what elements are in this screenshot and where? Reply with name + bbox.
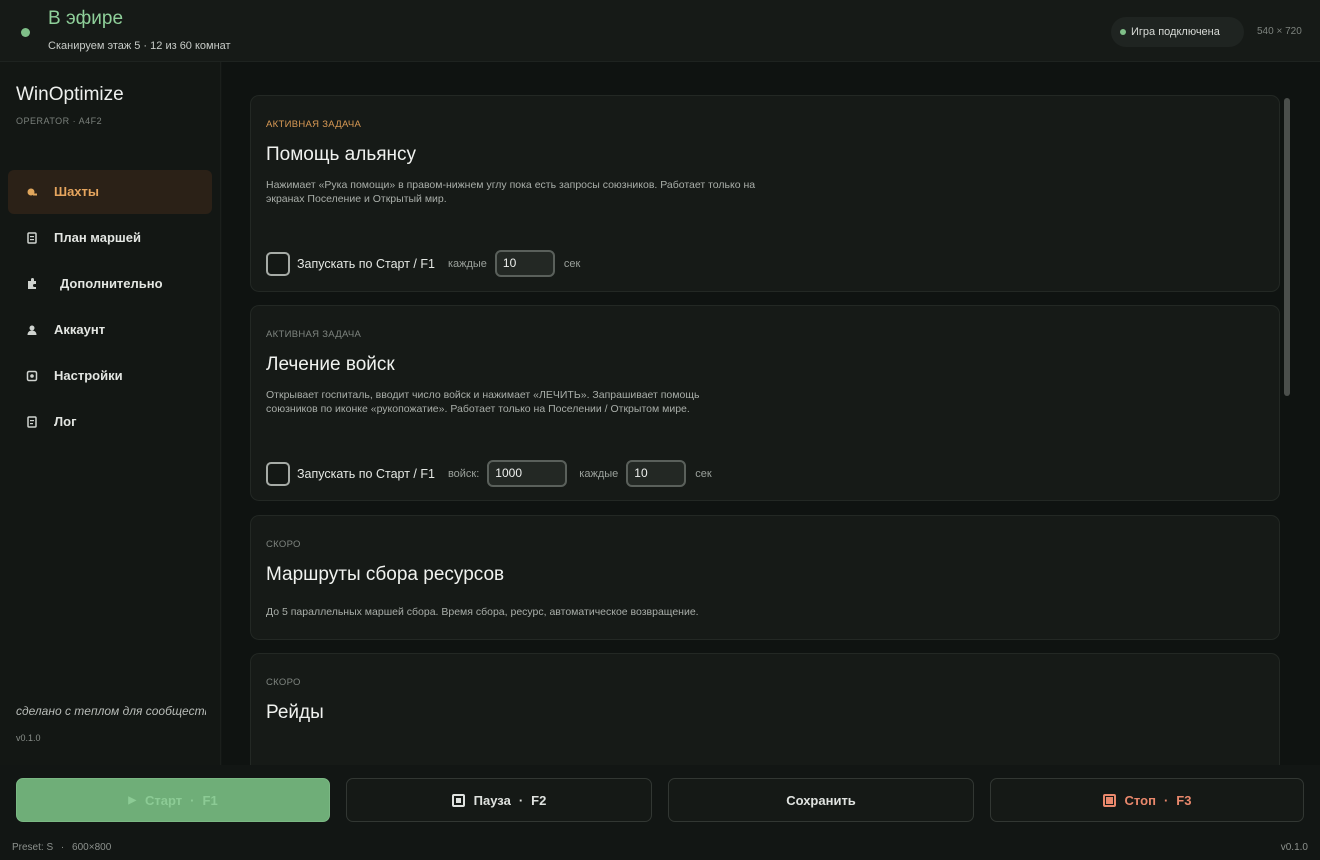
settings-icon: [26, 370, 38, 382]
card-description: До 5 параллельных маршей сбора. Время сб…: [266, 606, 699, 618]
window-size: 600×800: [72, 842, 112, 853]
card-title: Помощь альянсу: [266, 144, 416, 165]
seconds-label: сек: [563, 257, 581, 270]
troops-label: войск:: [447, 467, 480, 480]
stop-label: Стоп: [1124, 792, 1156, 808]
pause-hotkey: F2: [531, 792, 547, 808]
preset-label: Preset: S: [12, 842, 54, 853]
resolution-label: 540 × 720: [1257, 26, 1302, 37]
sidebar-item-log[interactable]: Лог: [8, 400, 212, 444]
sidebar-version: v0.1.0: [16, 733, 41, 743]
card-tag: СКОРО: [266, 539, 301, 550]
scrollbar-thumb[interactable]: [1284, 98, 1290, 396]
checkbox-label: Запускать по Старт / F1: [297, 256, 435, 271]
connection-label: Игра подключена: [1131, 26, 1220, 38]
status-subtitle: Сканируем этаж 5 · 12 из 60 комнат: [48, 40, 231, 52]
status-bar: В эфире Сканируем этаж 5 · 12 из 60 комн…: [0, 0, 1320, 62]
pause-label: Пауза: [473, 792, 511, 808]
sidebar-item-label: Дополнительно: [60, 276, 163, 291]
task-card-heal-troops: АКТИВНАЯ ЗАДАЧА Лечение войск Открывает …: [250, 305, 1280, 501]
start-label: Старт: [145, 792, 183, 808]
sidebar-item-label: Настройки: [54, 368, 123, 383]
mine-icon: [26, 186, 38, 198]
seconds-label: сек: [695, 467, 712, 480]
plan-icon: [26, 232, 38, 244]
sidebar-item-mines[interactable]: Шахты: [8, 170, 212, 214]
task-card-raids: СКОРО Рейды: [250, 653, 1280, 765]
stop-button[interactable]: Стоп · F3: [990, 778, 1304, 822]
user-icon: [26, 324, 38, 336]
preset-info: Preset: S · 600×800: [12, 842, 112, 853]
run-on-start-checkbox[interactable]: [266, 251, 290, 276]
pause-icon: [451, 793, 465, 807]
card-description: Нажимает «Рука помощи» в правом-нижнем у…: [266, 179, 756, 205]
interval-input[interactable]: 10: [494, 250, 555, 277]
sidebar-item-label: Аккаунт: [54, 322, 106, 337]
sidebar-item-label: План маршей: [54, 230, 141, 245]
run-on-start-checkbox[interactable]: [266, 461, 290, 486]
card-controls: Запускать по Старт / F1 войск: 1000 кажд…: [266, 460, 712, 487]
troops-input[interactable]: 1000: [487, 460, 568, 487]
save-label: Сохранить: [786, 792, 856, 808]
operator-id: OPERATOR · A4F2: [16, 116, 103, 126]
sidebar-item-settings[interactable]: Настройки: [8, 354, 212, 398]
sidebar-item-account[interactable]: Аккаунт: [8, 308, 212, 352]
card-tag: АКТИВНАЯ ЗАДАЧА: [266, 329, 362, 340]
card-title: Рейды: [266, 702, 324, 723]
checkbox-label: Запускать по Старт / F1: [297, 466, 435, 481]
every-label: каждые: [579, 467, 619, 480]
card-tag: СКОРО: [266, 677, 301, 688]
action-bar: ▶ Старт · F1 Пауза · F2 Сохранить Стоп ·…: [0, 765, 1320, 860]
card-controls: Запускать по Старт / F1 каждые 10 сек: [266, 250, 580, 277]
connection-badge: Игра подключена: [1111, 17, 1244, 47]
main-content: АКТИВНАЯ ЗАДАЧА Помощь альянсу Нажимает …: [222, 62, 1320, 765]
sidebar-item-label: Лог: [54, 414, 77, 429]
sidebar-item-extra[interactable]: Дополнительно: [8, 262, 212, 306]
made-with-text: сделано с теплом для сообщества: [16, 704, 206, 718]
card-title: Лечение войск: [266, 354, 395, 375]
footer-version: v0.1.0: [1280, 842, 1308, 853]
card-description: Открывает госпиталь, вводит число войск …: [266, 389, 700, 415]
every-label: каждые: [447, 257, 487, 270]
app-brand: WinOptimize: [16, 84, 124, 105]
stop-icon: [1102, 793, 1116, 807]
status-title: В эфире: [48, 8, 124, 29]
connection-dot: [1120, 29, 1126, 35]
start-hotkey: F1: [202, 792, 218, 808]
save-button[interactable]: Сохранить: [668, 778, 974, 822]
card-tag: АКТИВНАЯ ЗАДАЧА: [266, 119, 362, 130]
card-title: Маршруты сбора ресурсов: [266, 564, 505, 585]
sidebar-item-march-plan[interactable]: План маршей: [8, 216, 212, 260]
interval-input[interactable]: 10: [626, 460, 687, 487]
live-status-dot: [21, 28, 30, 37]
puzzle-icon: [26, 278, 38, 290]
sidebar: WinOptimize OPERATOR · A4F2 Шахты План м…: [0, 62, 221, 765]
sidebar-item-label: Шахты: [54, 184, 99, 199]
start-button[interactable]: ▶ Старт · F1: [16, 778, 330, 822]
log-icon: [26, 416, 38, 428]
play-icon: ▶: [128, 794, 137, 806]
stop-hotkey: F3: [1176, 792, 1192, 808]
task-card-alliance-help: АКТИВНАЯ ЗАДАЧА Помощь альянсу Нажимает …: [250, 95, 1280, 292]
pause-button[interactable]: Пауза · F2: [346, 778, 652, 822]
task-card-gather-routes: СКОРО Маршруты сбора ресурсов До 5 парал…: [250, 515, 1280, 640]
